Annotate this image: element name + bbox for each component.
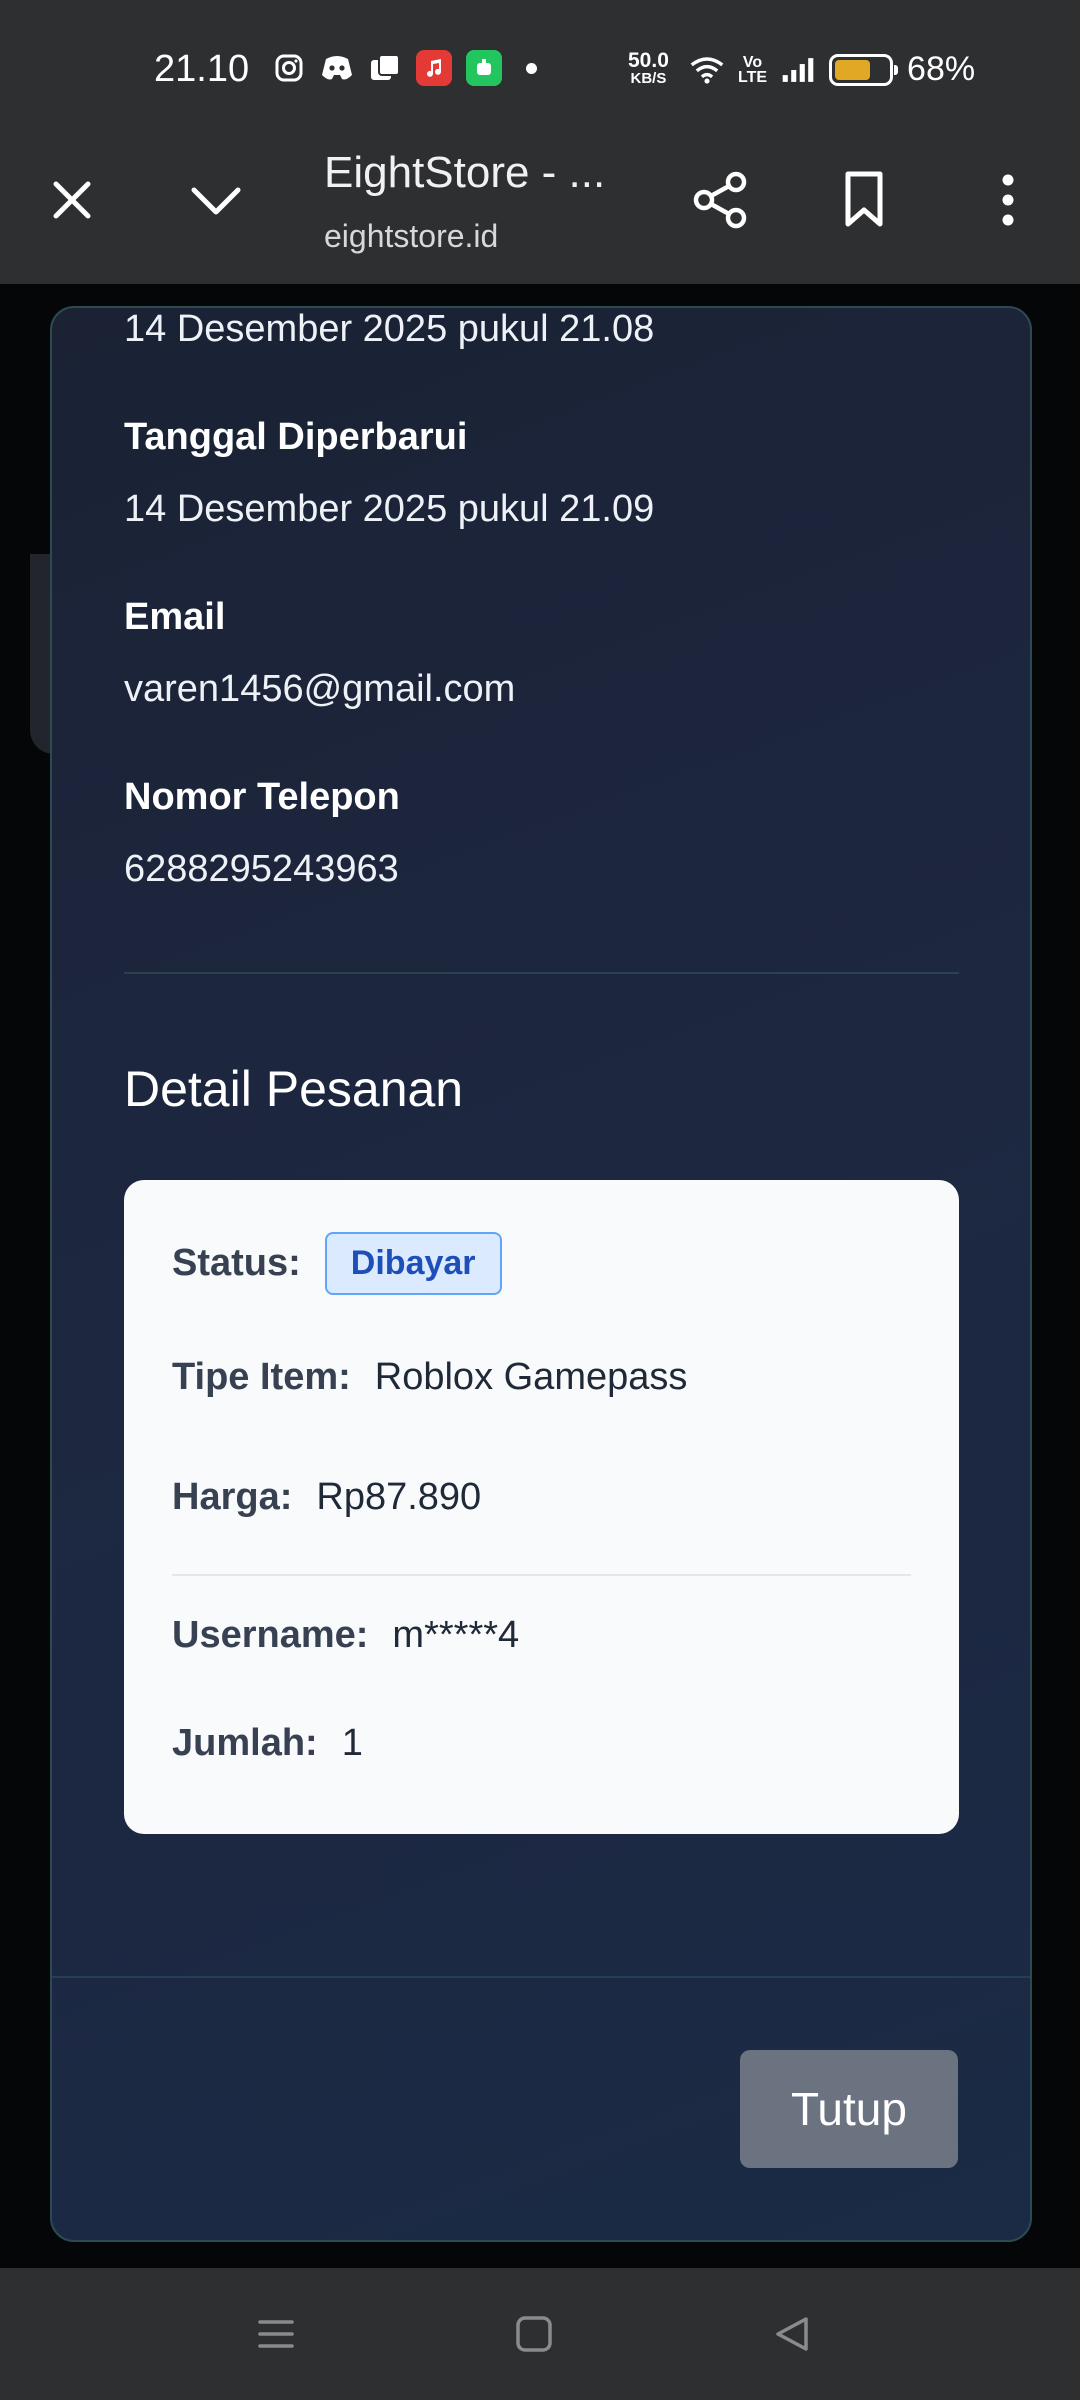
order-detail-heading: Detail Pesanan xyxy=(124,1061,464,1117)
card-divider xyxy=(172,1574,911,1576)
order-detail-card: Status: Dibayar Tipe Item: Roblox Gamepa… xyxy=(124,1180,959,1834)
network-speed: 50.0 KB/S xyxy=(628,49,669,88)
phone-label: Nomor Telepon xyxy=(124,776,400,818)
home-button[interactable] xyxy=(504,2304,564,2364)
close-tab-button[interactable] xyxy=(32,160,112,240)
username-label: Username: xyxy=(172,1614,369,1656)
quantity-label: Jumlah: xyxy=(172,1722,318,1764)
signal-icon xyxy=(781,53,815,87)
page-title: EightStore - ... xyxy=(324,148,606,197)
system-nav-bar xyxy=(0,2268,1080,2400)
page-url[interactable]: eightstore.id xyxy=(324,218,498,255)
back-icon xyxy=(776,2317,808,2351)
minimize-button[interactable] xyxy=(176,160,256,240)
item-type-value: Roblox Gamepass xyxy=(374,1356,688,1398)
status-time: 21.10 xyxy=(154,48,250,90)
phone-value: 6288295243963 xyxy=(124,848,399,890)
battery-percent: 68% xyxy=(907,50,976,88)
wifi-icon xyxy=(690,53,724,87)
quantity-row: Jumlah: 1 xyxy=(172,1722,363,1765)
bookmark-icon xyxy=(845,171,883,227)
username-value: m*****4 xyxy=(392,1614,520,1656)
order-detail-modal: 14 Desember 2025 pukul 21.08 Tanggal Dip… xyxy=(50,306,1032,2242)
share-button[interactable] xyxy=(680,160,760,240)
network-speed-unit: KB/S xyxy=(630,70,667,87)
item-type-label: Tipe Item: xyxy=(172,1356,351,1398)
close-icon xyxy=(53,181,91,219)
section-divider xyxy=(124,972,959,974)
item-type-row: Tipe Item: Roblox Gamepass xyxy=(172,1356,687,1399)
quantity-value: 1 xyxy=(341,1722,363,1764)
price-row: Harga: Rp87.890 xyxy=(172,1476,481,1519)
more-vert-icon xyxy=(1002,174,1014,226)
recent-apps-button[interactable] xyxy=(246,2304,306,2364)
price-value: Rp87.890 xyxy=(316,1476,482,1518)
status-badge: Dibayar xyxy=(324,1232,502,1295)
status-bar: 21.10 50.0 KB/S Vo LTE 68% xyxy=(0,0,1080,138)
more-options-button[interactable] xyxy=(968,160,1048,240)
network-speed-value: 50.0 xyxy=(628,49,669,72)
back-button[interactable] xyxy=(762,2304,822,2364)
modal-body[interactable]: 14 Desember 2025 pukul 21.08 Tanggal Dip… xyxy=(52,308,1030,1976)
menu-icon xyxy=(258,2320,294,2348)
status-label: Status: xyxy=(172,1242,301,1284)
volte-bottom: LTE xyxy=(738,68,768,86)
volte-indicator: Vo LTE xyxy=(738,53,768,86)
updated-date-label: Tanggal Diperbarui xyxy=(124,416,468,458)
battery-icon xyxy=(829,53,899,86)
email-label: Email xyxy=(124,596,226,638)
game-app-icon xyxy=(466,50,502,86)
music-app-icon xyxy=(416,50,452,86)
more-notifications-dot-icon xyxy=(526,62,537,74)
created-date-value: 14 Desember 2025 pukul 21.08 xyxy=(124,308,655,350)
gallery-icon xyxy=(368,51,402,85)
browser-toolbar: EightStore - ... eightstore.id xyxy=(0,138,1080,284)
discord-icon xyxy=(320,51,354,85)
email-value: varen1456@gmail.com xyxy=(124,668,516,710)
battery-level xyxy=(835,59,871,80)
username-row: Username: m*****4 xyxy=(172,1614,519,1657)
volte-top: Vo xyxy=(742,53,763,71)
status-row: Status: Dibayar xyxy=(172,1232,502,1295)
price-label: Harga: xyxy=(172,1476,293,1518)
chevron-down-icon xyxy=(191,187,241,215)
footer-divider xyxy=(52,1976,1030,1978)
home-icon xyxy=(516,2316,552,2352)
bookmark-button[interactable] xyxy=(824,160,904,240)
instagram-icon xyxy=(272,51,306,85)
updated-date-value: 14 Desember 2025 pukul 21.09 xyxy=(124,488,655,530)
notification-icons xyxy=(272,50,537,86)
close-button[interactable]: Tutup xyxy=(740,2050,958,2168)
share-icon xyxy=(693,171,747,229)
